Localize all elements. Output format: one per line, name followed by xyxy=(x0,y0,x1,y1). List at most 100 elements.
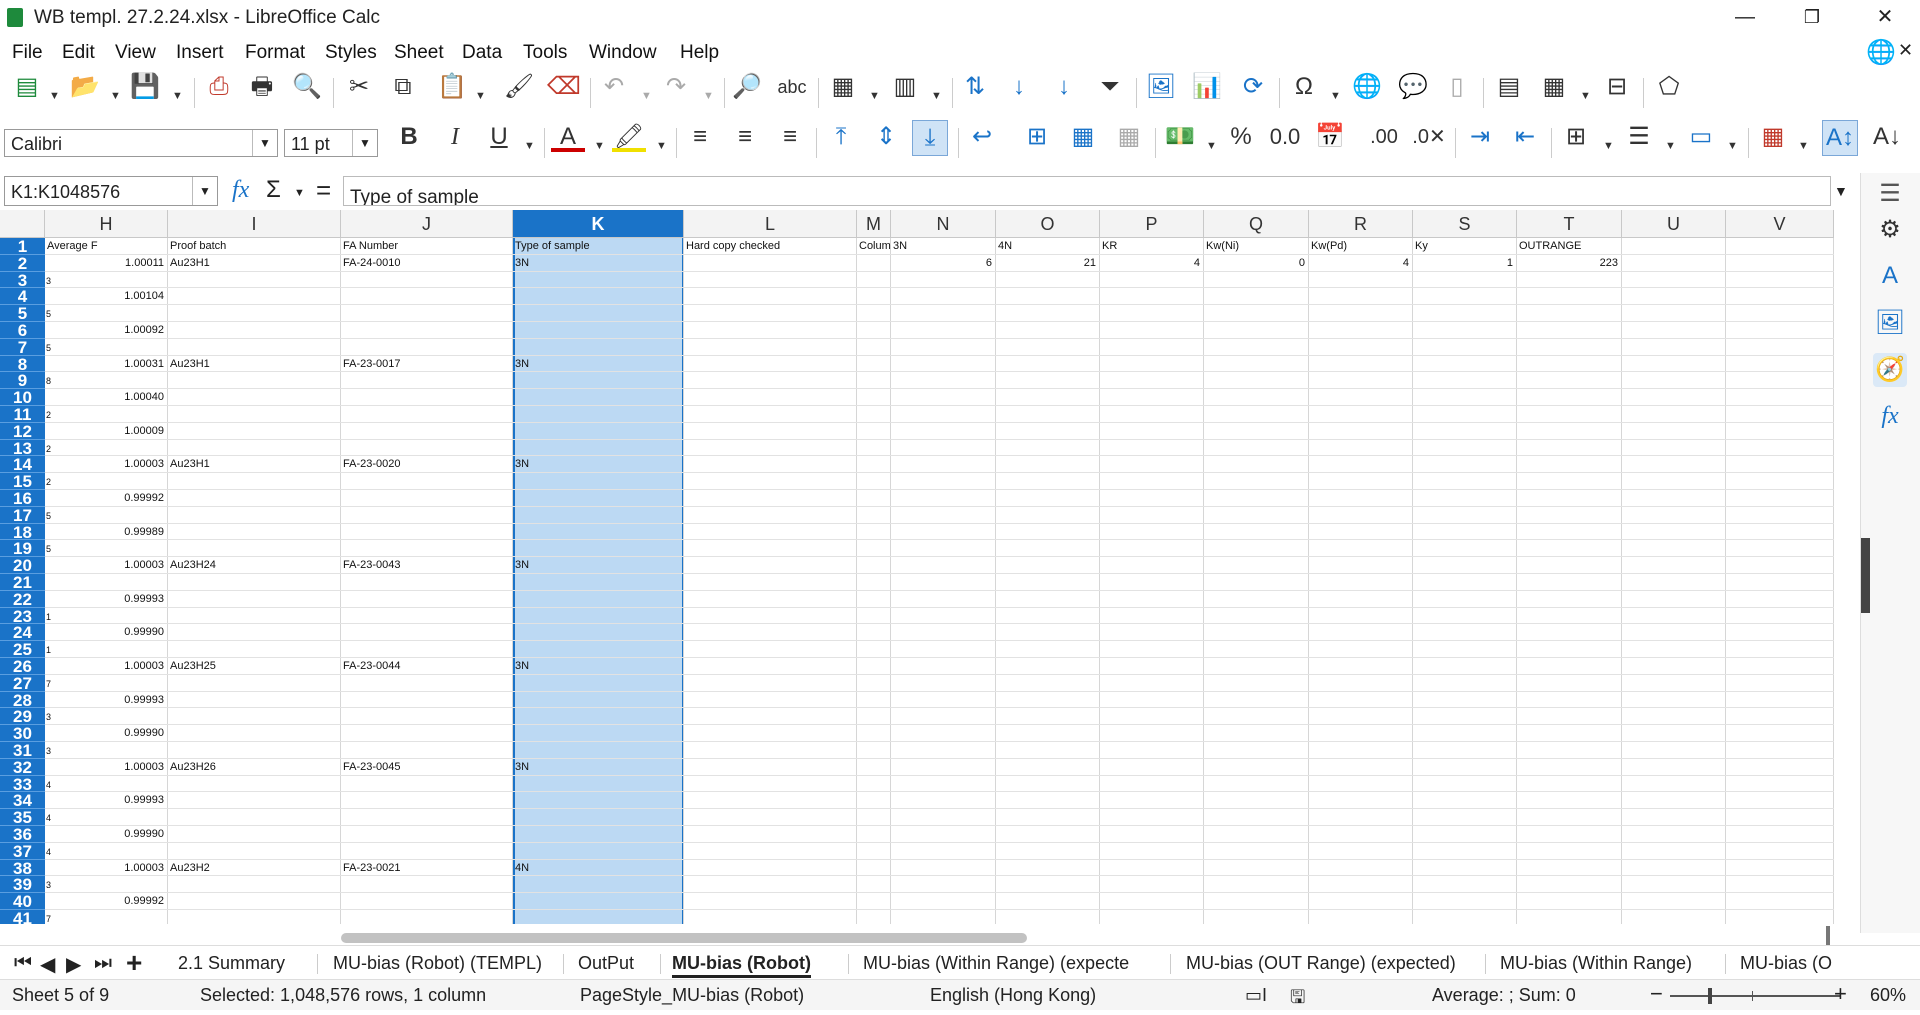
row-header[interactable]: 21 xyxy=(0,574,45,591)
align-top-icon[interactable]: ⤒ xyxy=(824,120,858,154)
save-icon[interactable]: 💾 xyxy=(128,70,162,104)
proof-batch-cell[interactable]: Au23H24 xyxy=(170,559,216,572)
menu-file[interactable]: File xyxy=(12,42,43,64)
increase-indent-icon[interactable]: ⇥ xyxy=(1463,120,1497,154)
chevron-down-icon[interactable]: ▼ xyxy=(703,90,714,102)
column-header-k[interactable]: K xyxy=(513,210,684,238)
row-header[interactable]: 6 xyxy=(0,322,45,339)
menu-format[interactable]: Format xyxy=(245,42,305,64)
fa-number-cell[interactable]: FA-23-0020 xyxy=(343,458,400,471)
chevron-down-icon[interactable]: ▼ xyxy=(252,130,277,156)
clear-formatting-icon[interactable]: ⌫ xyxy=(547,70,581,104)
average-f-cell[interactable]: 0.99993 xyxy=(45,694,164,707)
type-of-sample-cell[interactable]: 3N xyxy=(515,761,529,774)
average-f-cell[interactable]: 0.99992 xyxy=(45,492,164,505)
gallery-icon[interactable]: 🖼 xyxy=(1873,306,1907,340)
menu-sheet[interactable]: Sheet xyxy=(394,42,444,64)
row-header[interactable]: 17 xyxy=(0,506,45,524)
row-header[interactable]: 33 xyxy=(0,775,45,792)
sheet-tab[interactable]: MU-bias (O xyxy=(1740,953,1832,974)
column-header-t[interactable]: T xyxy=(1517,210,1622,238)
row-header[interactable]: 10 xyxy=(0,389,45,406)
column-header-s[interactable]: S xyxy=(1413,210,1517,238)
header-cell-t[interactable]: OUTRANGE xyxy=(1519,240,1581,253)
next-sheet-icon[interactable]: ▶ xyxy=(66,952,81,977)
row-header[interactable]: 38 xyxy=(0,859,45,876)
align-left-icon[interactable]: ≡ xyxy=(683,120,717,154)
styles-icon[interactable]: A xyxy=(1873,259,1907,293)
merge-cells-icon[interactable]: ▦ xyxy=(1066,120,1100,154)
average-f-cell[interactable]: 0.99989 xyxy=(45,526,164,539)
type-of-sample-cell[interactable]: 3N xyxy=(515,660,529,673)
previous-sheet-icon[interactable]: ◀ xyxy=(40,952,55,977)
align-bottom-icon[interactable]: ⤓ xyxy=(912,120,948,156)
zoom-level[interactable]: 60% xyxy=(1870,985,1906,1006)
globe-icon[interactable]: 🌐 xyxy=(1866,38,1896,67)
define-print-area-icon[interactable]: ▤ xyxy=(1492,70,1526,104)
type-of-sample-cell[interactable]: 3N xyxy=(515,358,529,371)
page-style[interactable]: PageStyle_MU-bias (Robot) xyxy=(580,985,804,1006)
cut-icon[interactable]: ✂ xyxy=(342,70,376,104)
borders-icon[interactable]: ⊞ xyxy=(1559,120,1593,154)
column-icon[interactable]: ▥ xyxy=(888,70,922,104)
spreadsheet-grid[interactable]: HIJKLMNOPQRSTUV 1 2 3 4 5 6 7 8 9 10 11 12 13 14 15 16 1… xyxy=(0,210,1834,924)
paste-icon[interactable]: 📋 xyxy=(435,70,469,104)
row-header[interactable]: 5 xyxy=(0,305,45,322)
chevron-down-icon[interactable]: ▼ xyxy=(110,90,121,102)
menu-window[interactable]: Window xyxy=(589,42,657,64)
header-cell-m[interactable]: Colum xyxy=(859,240,891,253)
functions-icon[interactable]: fx xyxy=(1873,399,1907,433)
column-header-h[interactable]: H xyxy=(45,210,168,238)
menu-view[interactable]: View xyxy=(115,42,156,64)
type-of-sample-cell[interactable]: 3N xyxy=(515,458,529,471)
sheet-tab[interactable]: OutPut xyxy=(578,953,634,974)
row-header[interactable]: 31 xyxy=(0,742,45,759)
summary-cell-t[interactable]: 223 xyxy=(1517,257,1618,270)
row-header[interactable]: 20 xyxy=(0,557,45,574)
average-f-cell[interactable]: 1.00031 xyxy=(45,358,164,371)
summary-cell-o[interactable]: 21 xyxy=(996,257,1096,270)
properties-icon[interactable]: ⚙ xyxy=(1873,213,1907,247)
first-sheet-icon[interactable]: ⏮ xyxy=(14,952,32,975)
row-header[interactable]: 41 xyxy=(0,910,45,924)
row-header[interactable]: 26 xyxy=(0,658,45,675)
average-f-cell[interactable]: 0.99990 xyxy=(45,828,164,841)
special-character-icon[interactable]: Ω xyxy=(1287,70,1321,104)
decrease-indent-icon[interactable]: ⇤ xyxy=(1508,120,1542,154)
text-orientation-icon[interactable]: A↕ xyxy=(1822,120,1858,156)
sum-icon[interactable]: Σ xyxy=(266,176,281,204)
row-icon[interactable]: ▦ xyxy=(826,70,860,104)
menu-insert[interactable]: Insert xyxy=(176,42,224,64)
document-modified-icon[interactable]: 🖫 xyxy=(1290,985,1305,1015)
font-size-box[interactable]: 11 pt ▼ xyxy=(284,129,378,157)
average-f-cell[interactable]: 1.00009 xyxy=(45,425,164,438)
average-f-cell[interactable]: 1.00003 xyxy=(45,660,164,673)
column-header-u[interactable]: U xyxy=(1622,210,1726,238)
row-header[interactable]: 29 xyxy=(0,708,45,725)
proof-batch-cell[interactable]: Au23H1 xyxy=(170,257,210,270)
average-f-cell[interactable]: 1.00003 xyxy=(45,458,164,471)
header-cell-q[interactable]: Kw(Ni) xyxy=(1206,240,1239,253)
italic-button[interactable]: I xyxy=(438,120,472,154)
chevron-down-icon[interactable]: ▼ xyxy=(1665,140,1676,152)
sheet-tab[interactable]: 2.1 Summary xyxy=(178,953,285,974)
zoom-in-icon[interactable]: + xyxy=(1834,981,1847,1007)
row-header[interactable]: 40 xyxy=(0,893,45,910)
copy-icon[interactable]: ⧉ xyxy=(386,70,420,104)
average-f-cell[interactable]: 0.99990 xyxy=(45,727,164,740)
row-header[interactable]: 15 xyxy=(0,473,45,490)
chevron-down-icon[interactable]: ▼ xyxy=(1580,90,1591,102)
row-header[interactable]: 28 xyxy=(0,691,45,708)
average-f-cell[interactable]: 1.00003 xyxy=(45,559,164,572)
proof-batch-cell[interactable]: Au23H2 xyxy=(170,862,210,875)
chevron-down-icon[interactable]: ▼ xyxy=(1603,140,1614,152)
header-cell-s[interactable]: Ky xyxy=(1415,240,1428,253)
row-header[interactable]: 32 xyxy=(0,758,45,776)
minimize-button[interactable]: — xyxy=(1715,0,1775,34)
header-cell-p[interactable]: KR xyxy=(1102,240,1117,253)
find-replace-icon[interactable]: 🔎 xyxy=(730,70,764,104)
menu-edit[interactable]: Edit xyxy=(62,42,95,64)
insert-chart-icon[interactable]: 📊 xyxy=(1190,70,1224,104)
fa-number-cell[interactable]: FA-23-0044 xyxy=(343,660,400,673)
chevron-down-icon[interactable]: ▼ xyxy=(524,140,535,152)
